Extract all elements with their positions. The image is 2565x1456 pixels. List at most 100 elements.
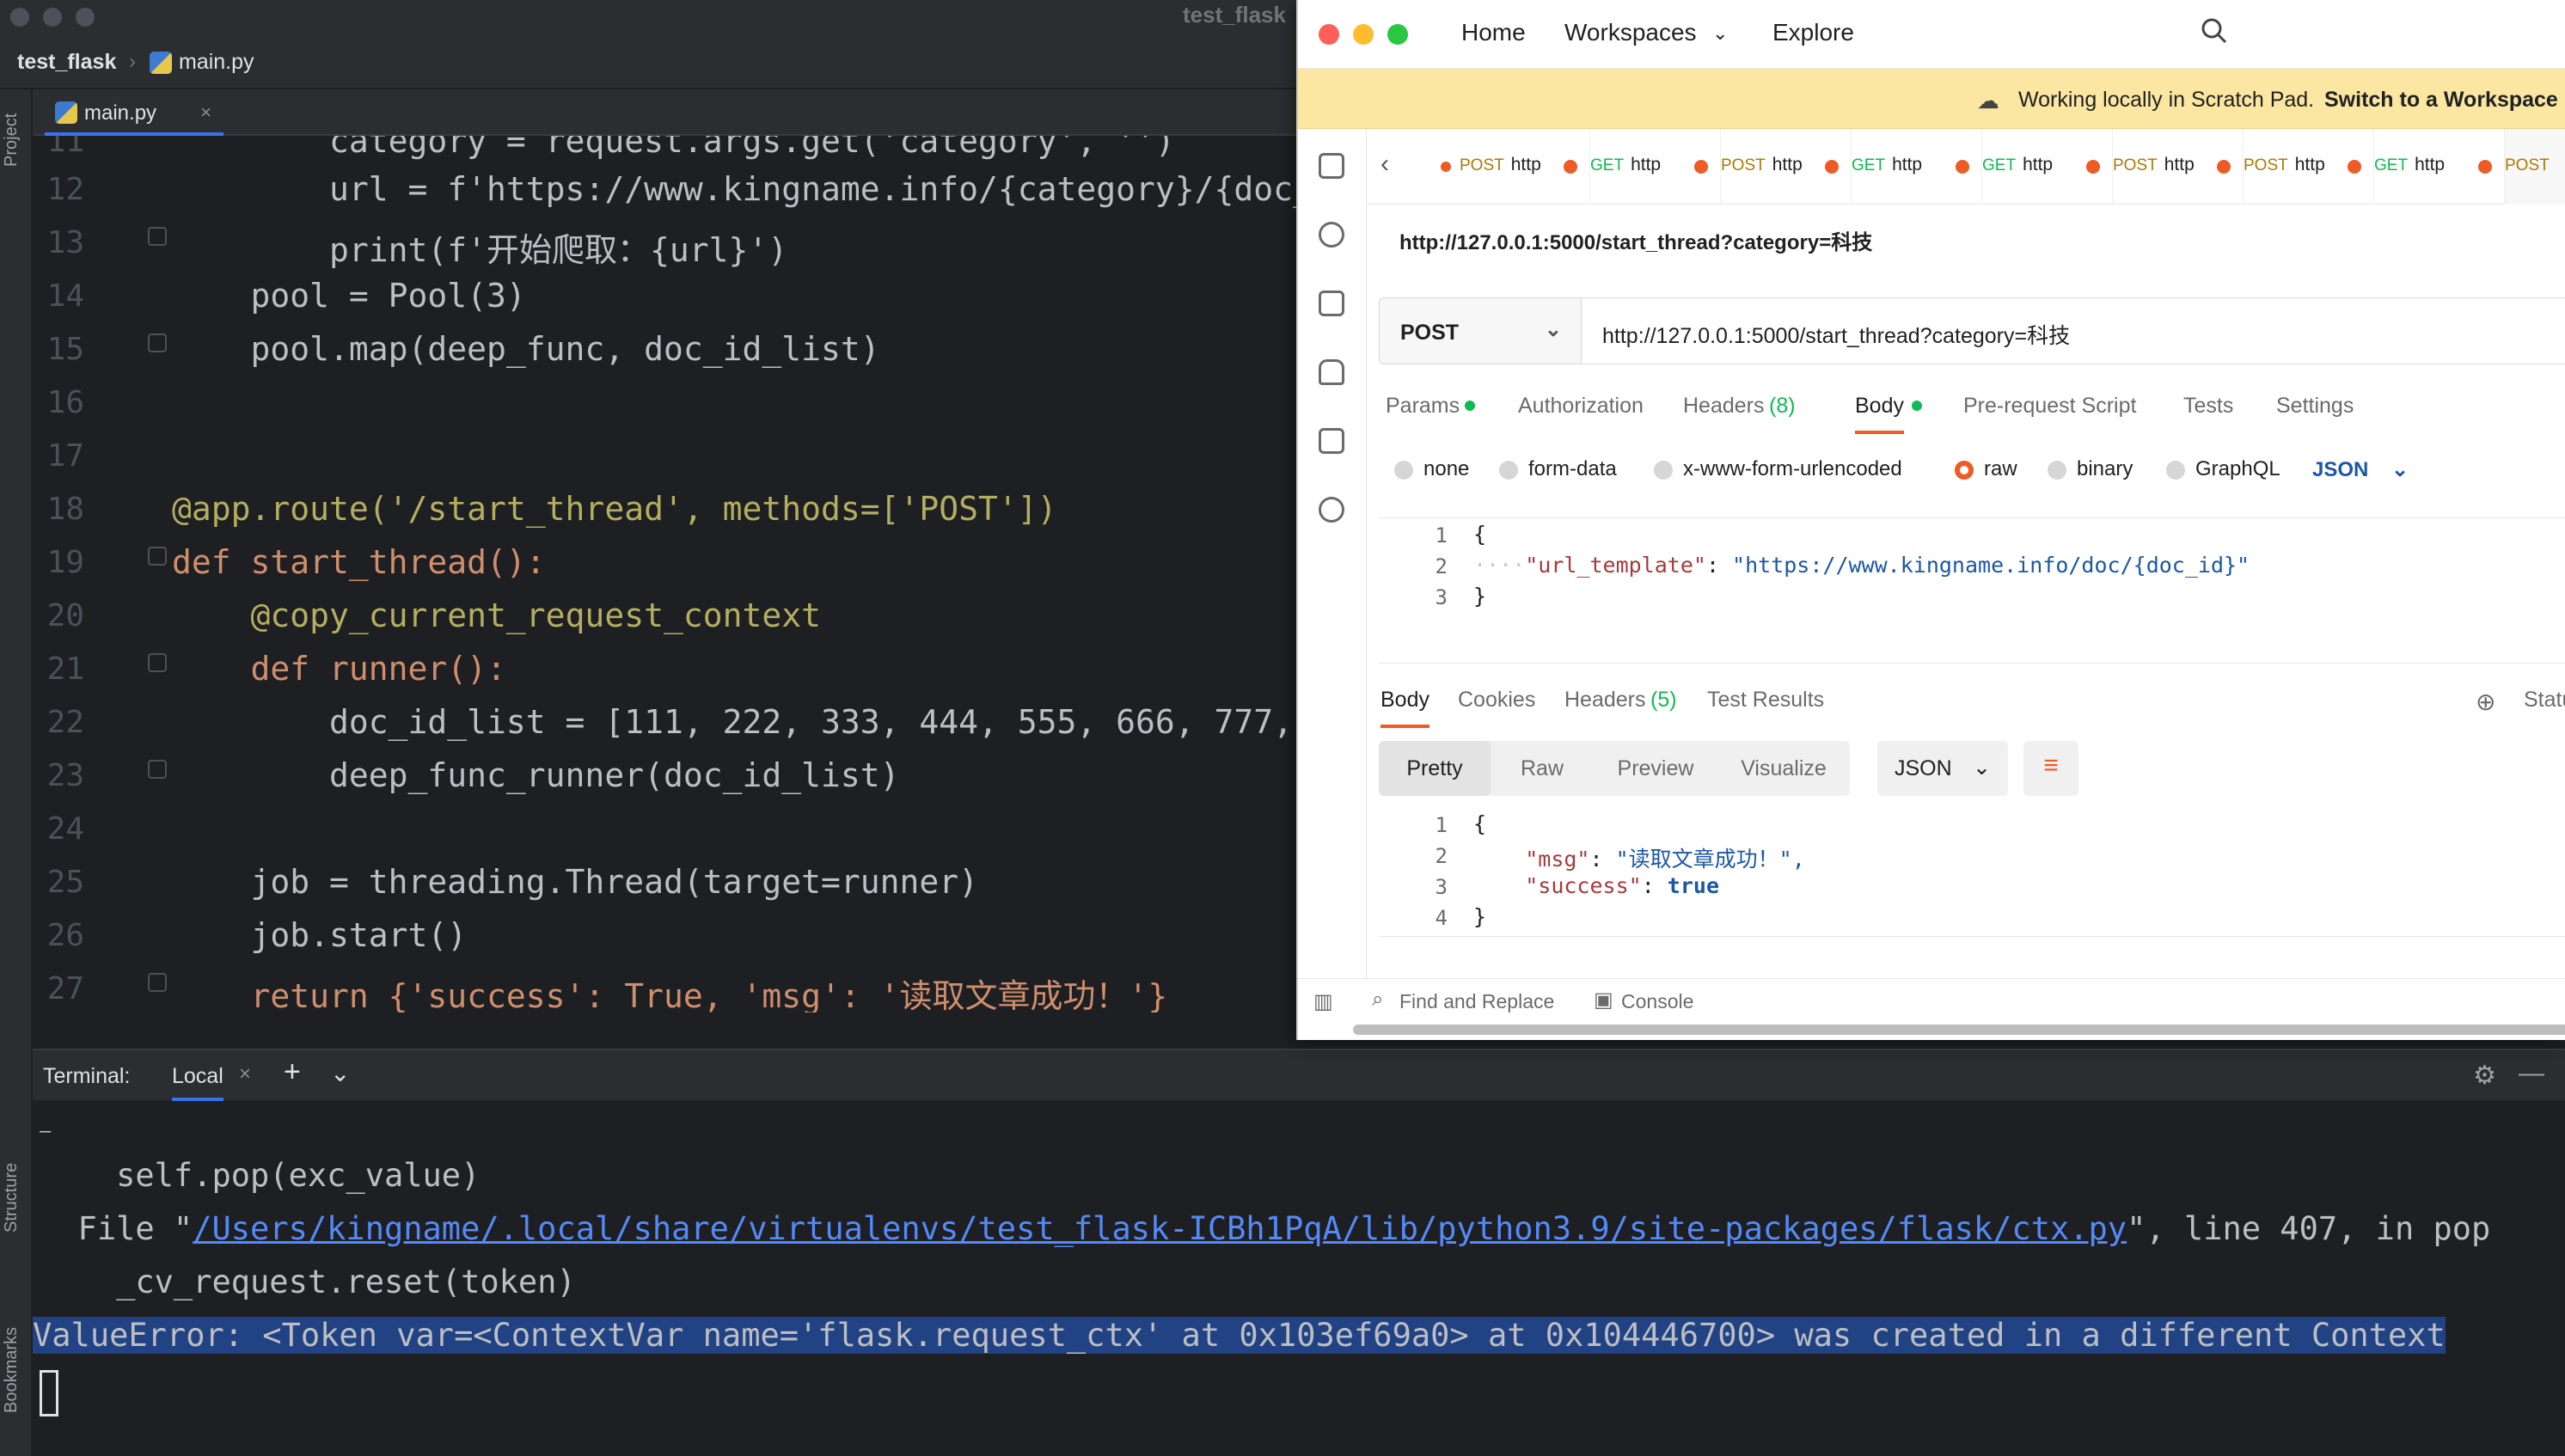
editor-tab-main-py[interactable]: main.py × <box>45 89 223 136</box>
radio-form-data[interactable]: form-data <box>1499 457 1617 481</box>
zoom-window-button[interactable] <box>76 8 95 27</box>
nav-explore[interactable]: Explore <box>1772 19 1854 46</box>
collections-icon[interactable] <box>1319 153 1344 179</box>
request-tab[interactable]: POST http <box>2244 129 2374 205</box>
request-tab[interactable]: GET http <box>1590 129 1721 205</box>
chevron-left-icon[interactable]: ‹ <box>1380 150 1389 179</box>
python-file-icon <box>150 52 172 74</box>
radio-urlencoded[interactable]: x-www-form-urlencoded <box>1654 457 1902 481</box>
globe-icon[interactable]: ⊕ <box>2476 688 2495 716</box>
zoom-window-button[interactable] <box>1387 24 1408 45</box>
minimize-window-button[interactable] <box>43 8 62 27</box>
view-raw[interactable]: Raw <box>1491 741 1594 796</box>
request-tab[interactable]: POST http <box>1460 129 1590 205</box>
code-editor[interactable]: 11 12 13 14 15 16 17 18 19 20 21 22 23 2… <box>33 136 1298 1012</box>
tab-body[interactable]: Body <box>1855 394 1904 434</box>
tab-authorization[interactable]: Authorization <box>1518 394 1644 419</box>
response-headers-count: (5) <box>1650 688 1677 712</box>
close-tab-icon[interactable]: × <box>239 1062 251 1086</box>
tab-params[interactable]: Params <box>1386 394 1460 419</box>
breadcrumb-project[interactable]: test_flask <box>17 50 116 75</box>
apis-icon[interactable] <box>1319 222 1344 248</box>
response-format-select[interactable]: JSON ⌄ <box>1877 741 2008 796</box>
breadcrumb-file[interactable]: main.py <box>179 50 254 75</box>
horizontal-scrollbar[interactable] <box>1353 1025 2565 1035</box>
line-number: 14 <box>46 278 84 314</box>
url-input[interactable]: http://127.0.0.1:5000/start_thread?categ… <box>1582 297 2565 364</box>
tab-cookies[interactable]: Cookies <box>1458 688 1535 713</box>
bookmarks-tool-button[interactable]: Bookmarks <box>2 1327 21 1413</box>
sidebar-toggle-icon[interactable]: ▥ <box>1313 989 1333 1014</box>
tab-headers[interactable]: Headers <box>1683 394 1765 419</box>
nav-home[interactable]: Home <box>1461 19 1526 46</box>
close-tab-icon[interactable]: × <box>200 101 211 124</box>
fold-marker-icon[interactable] <box>148 973 167 992</box>
chevron-down-icon[interactable]: ⌄ <box>330 1059 350 1087</box>
code-line: job.start() <box>172 916 468 954</box>
structure-tool-button[interactable]: Structure <box>2 1163 21 1233</box>
request-tab[interactable]: GET http <box>2374 129 2505 205</box>
tab-test-results[interactable]: Test Results <box>1707 688 1824 713</box>
body-format-select[interactable]: JSON ⌄ <box>2312 457 2409 482</box>
terminal-file-link[interactable]: /Users/kingname/.local/share/virtualenvs… <box>193 1210 2127 1247</box>
terminal-tab-local[interactable]: Local <box>172 1064 223 1101</box>
request-tab[interactable]: POST http <box>2113 129 2244 205</box>
console-button[interactable]: Console <box>1621 990 1693 1013</box>
response-body-viewer[interactable]: 1 2 3 4 { "msg": "读取文章成功！", "success": t… <box>1379 808 2565 937</box>
radio-none[interactable]: none <box>1394 457 1469 481</box>
monitors-icon[interactable] <box>1319 428 1344 454</box>
chevron-down-icon: ⌄ <box>1544 318 1562 341</box>
gear-icon[interactable]: ⚙ <box>2473 1061 2496 1091</box>
fold-marker-icon[interactable] <box>148 547 167 566</box>
wrap-lines-icon[interactable]: ≡ <box>2023 741 2078 796</box>
new-terminal-icon[interactable]: + <box>284 1055 301 1089</box>
request-tab-active[interactable]: POST <box>2505 129 2565 205</box>
fold-marker-icon[interactable] <box>148 227 167 246</box>
find-replace-button[interactable]: Find and Replace <box>1399 990 1554 1013</box>
request-name[interactable]: http://127.0.0.1:5000/start_thread?categ… <box>1399 225 1872 255</box>
radio-binary[interactable]: binary <box>2048 457 2133 481</box>
request-tab[interactable]: GET http <box>1852 129 1982 205</box>
view-visualize[interactable]: Visualize <box>1717 741 1850 796</box>
tab-pre-request-script[interactable]: Pre-request Script <box>1963 394 2136 419</box>
view-preview[interactable]: Preview <box>1594 741 1717 796</box>
editor-tab-bar: main.py × <box>33 89 1298 136</box>
radio-graphql[interactable]: GraphQL <box>2166 457 2280 481</box>
tab-response-body[interactable]: Body <box>1380 688 1429 728</box>
line-number: 15 <box>46 332 84 367</box>
request-tab[interactable]: GET http <box>1982 129 2113 205</box>
line-number: 1 <box>1435 813 1448 837</box>
fold-marker-icon[interactable] <box>148 760 167 779</box>
line-number: 13 <box>46 225 84 260</box>
tab-response-headers[interactable]: Headers <box>1564 688 1646 713</box>
line-number: 2 <box>1435 844 1448 868</box>
request-tab[interactable]: POST http <box>1721 129 1852 205</box>
view-pretty[interactable]: Pretty <box>1379 741 1491 796</box>
mock-servers-icon[interactable] <box>1319 359 1344 385</box>
chevron-down-icon[interactable]: ⌄ <box>1712 22 1728 45</box>
nav-workspaces[interactable]: Workspaces <box>1564 19 1697 46</box>
close-window-button[interactable] <box>1319 24 1339 45</box>
switch-workspace-link[interactable]: Switch to a Workspace <box>2324 88 2558 113</box>
code-line: def start_thread(): <box>172 543 546 581</box>
project-tool-button[interactable]: Project <box>2 113 21 167</box>
close-window-button[interactable] <box>10 8 29 27</box>
fold-marker-icon[interactable] <box>148 653 167 672</box>
line-number: 27 <box>46 971 84 1006</box>
environments-icon[interactable] <box>1319 291 1344 316</box>
tab-tests[interactable]: Tests <box>2183 394 2233 419</box>
request-body-editor[interactable]: 1 2 3 { ····"url_template": "https://www… <box>1379 517 2565 664</box>
tab-settings[interactable]: Settings <box>2276 394 2354 419</box>
search-icon[interactable] <box>2201 17 2228 45</box>
radio-raw[interactable]: raw <box>1955 457 2017 481</box>
terminal-panel[interactable]: Terminal: Local × + ⌄ ⚙ — — self.pop(exc… <box>33 1049 2565 1456</box>
code-line: @app.route('/start_thread', methods=['PO… <box>172 490 1057 528</box>
line-number: 11 <box>46 136 84 159</box>
line-number: 12 <box>46 172 84 207</box>
history-icon[interactable] <box>1319 497 1344 523</box>
line-number: 25 <box>46 865 84 900</box>
fold-marker-icon[interactable] <box>148 333 167 352</box>
method-select[interactable]: POST ⌄ <box>1379 297 1582 364</box>
minimize-panel-icon[interactable]: — <box>2519 1059 2544 1088</box>
minimize-window-button[interactable] <box>1353 24 1374 45</box>
